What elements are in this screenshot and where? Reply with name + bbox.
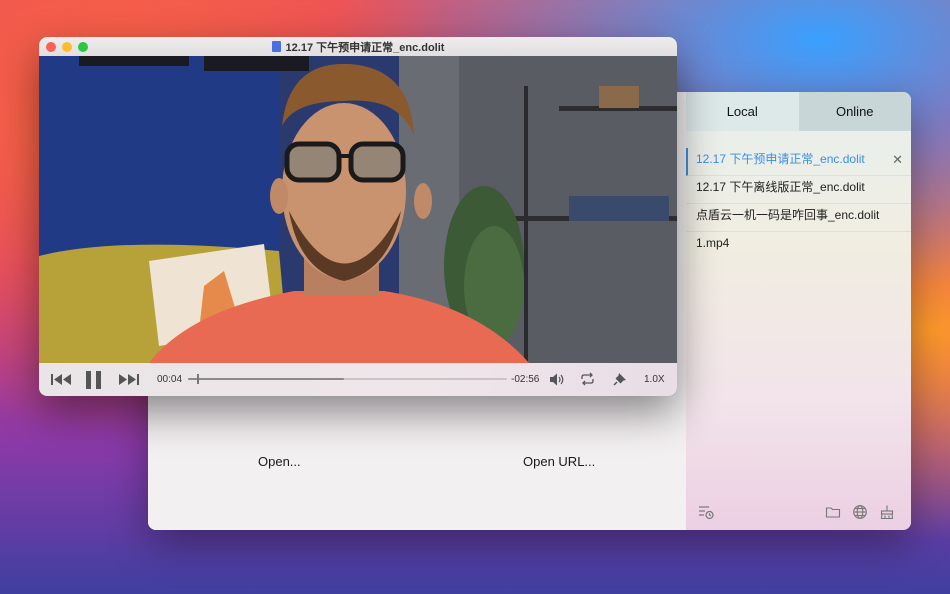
playlist-item[interactable]: 1.mp4 — [686, 232, 911, 259]
open-url-button[interactable]: Open URL... — [523, 454, 595, 469]
playlist-sidebar: Local Online 12.17 下午预申请正常_enc.dolit ✕ 1… — [686, 92, 911, 530]
playback-controls: 00:04 -02:56 1.0X — [39, 363, 677, 396]
seek-bar-thumb[interactable] — [197, 374, 199, 384]
video-player-window: 12.17 下午预申请正常_enc.dolit 00:04 -02:56 1.0… — [39, 37, 677, 396]
pause-icon[interactable] — [85, 371, 103, 389]
playlist-tabs: Local Online — [686, 92, 911, 131]
playback-speed-button[interactable]: 1.0X — [644, 374, 665, 385]
playlist-item-name: 12.17 下午预申请正常_enc.dolit — [696, 152, 865, 166]
remaining-time: -02:56 — [511, 374, 540, 385]
playlist-item[interactable]: 12.17 下午离线版正常_enc.dolit — [686, 176, 911, 204]
clean-icon[interactable] — [879, 504, 895, 520]
playlist-history-icon[interactable] — [698, 504, 714, 520]
playlist-item-name: 点盾云一机一码是咋回事_enc.dolit — [696, 208, 880, 222]
volume-icon[interactable] — [550, 373, 565, 386]
minimize-window-button[interactable] — [62, 42, 72, 52]
playlist-item-name: 12.17 下午离线版正常_enc.dolit — [696, 180, 865, 194]
playlist-item[interactable]: 12.17 下午预申请正常_enc.dolit ✕ — [686, 148, 911, 176]
zoom-window-button[interactable] — [78, 42, 88, 52]
playlist: 12.17 下午预申请正常_enc.dolit ✕ 12.17 下午离线版正常_… — [686, 148, 911, 259]
tab-local[interactable]: Local — [686, 92, 799, 131]
window-title: 12.17 下午预申请正常_enc.dolit — [271, 39, 445, 55]
globe-icon[interactable] — [852, 504, 868, 520]
video-image — [39, 56, 677, 363]
seek-bar[interactable] — [188, 374, 507, 384]
title-bar: 12.17 下午预申请正常_enc.dolit — [39, 37, 677, 57]
elapsed-time: 00:04 — [157, 374, 183, 385]
skip-back-icon[interactable] — [51, 373, 73, 386]
close-window-button[interactable] — [46, 42, 56, 52]
close-icon[interactable]: ✕ — [892, 148, 903, 171]
seek-bar-fill — [188, 378, 345, 380]
loop-icon[interactable] — [580, 372, 595, 386]
window-title-text: 12.17 下午预申请正常_enc.dolit — [285, 41, 445, 54]
tab-online[interactable]: Online — [798, 92, 911, 131]
video-frame[interactable] — [39, 56, 677, 363]
folder-icon[interactable] — [825, 504, 841, 520]
document-icon — [271, 41, 281, 52]
skip-forward-icon[interactable] — [117, 373, 139, 386]
open-button[interactable]: Open... — [258, 454, 301, 469]
playlist-item-name: 1.mp4 — [696, 236, 730, 250]
playlist-item[interactable]: 点盾云一机一码是咋回事_enc.dolit — [686, 204, 911, 232]
pin-icon[interactable] — [613, 372, 627, 386]
